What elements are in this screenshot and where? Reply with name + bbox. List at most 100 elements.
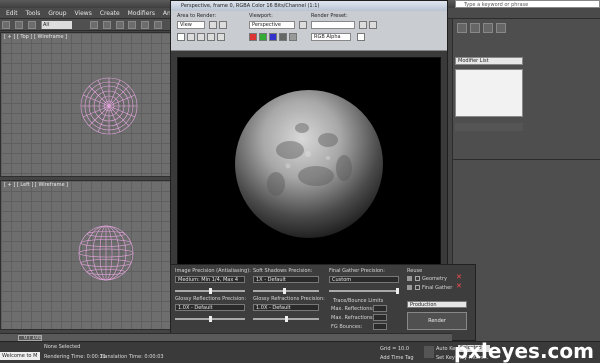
grid-readout: Grid = 10.0: [380, 346, 409, 352]
link-icon[interactable]: [27, 21, 36, 29]
glossy-reflections-field[interactable]: 1.0X - Default: [175, 304, 245, 311]
clear-fg-cache-icon[interactable]: ✕: [456, 283, 462, 290]
image-precision-label: Image Precision (Antialiasing):: [175, 268, 251, 274]
modifier-list-dropdown[interactable]: Modifier List: [455, 57, 523, 65]
render-preset-dropdown[interactable]: [311, 21, 355, 29]
rotate-icon[interactable]: [141, 21, 150, 29]
set-key-button[interactable]: Set Key: [436, 355, 455, 361]
menu-create[interactable]: Create: [100, 8, 120, 19]
lock-icon-2[interactable]: [407, 285, 412, 290]
soft-shadows-field[interactable]: 1X - Default: [253, 276, 319, 283]
copy-image-icon[interactable]: [187, 33, 195, 41]
reuse-label: Reuse: [407, 268, 423, 274]
clear-icon[interactable]: [217, 33, 225, 41]
render-window-toolbar: Area to Render: View Viewport: Perspecti…: [171, 11, 447, 51]
render-setup-panel: Image Precision (Antialiasing): Medium: …: [170, 264, 476, 341]
lock-icon[interactable]: [407, 276, 412, 281]
modify-tab-icon[interactable]: [470, 23, 480, 33]
rect-select-icon[interactable]: [115, 21, 124, 29]
render-button[interactable]: Render: [407, 312, 467, 330]
print-image-icon[interactable]: [207, 33, 215, 41]
max-reflections-spinner[interactable]: [373, 305, 387, 312]
clone-window-icon[interactable]: [197, 33, 205, 41]
time-slider[interactable]: 0 / 100: [0, 333, 452, 341]
render-window-title: Perspective, frame 0, RGBA Color 16 Bits…: [171, 1, 447, 11]
viewport-top[interactable]: [ + ] [ Top ] [ Wireframe ]: [0, 32, 175, 177]
redo-icon[interactable]: [14, 21, 23, 29]
green-channel-icon[interactable]: [259, 33, 267, 41]
menu-views[interactable]: Views: [74, 8, 91, 19]
channel-display-dropdown[interactable]: RGB Alpha: [311, 33, 351, 41]
select-by-name-icon[interactable]: [102, 21, 111, 29]
area-to-render-dropdown[interactable]: View: [177, 21, 205, 29]
hierarchy-tab-icon[interactable]: [483, 23, 493, 33]
trace-bounce-label: Trace/Bounce Limits: [333, 298, 384, 304]
selection-status: None Selected: [44, 344, 81, 350]
save-image-icon[interactable]: [177, 33, 185, 41]
select-object-icon[interactable]: [89, 21, 98, 29]
glossy-refractions-label: Glossy Refractions Precision:: [253, 296, 325, 302]
menu-modifiers[interactable]: Modifiers: [128, 8, 155, 19]
geometry-checkbox[interactable]: [415, 276, 420, 281]
menu-group[interactable]: Group: [48, 8, 66, 19]
soft-shadows-slider[interactable]: [253, 288, 319, 294]
menu-tools[interactable]: Tools: [26, 8, 41, 19]
panel-divider: [453, 159, 600, 160]
translation-time: Translation Time: 0:00:03: [100, 354, 164, 360]
edit-region-icon[interactable]: [209, 21, 217, 29]
image-precision-slider[interactable]: [175, 288, 245, 294]
maxscript-listener[interactable]: Welcome to M: [0, 352, 40, 360]
final-gather-check-label: Final Gather: [422, 285, 453, 291]
render-mode-dropdown[interactable]: Production: [407, 301, 467, 308]
clear-geometry-cache-icon[interactable]: ✕: [456, 274, 462, 281]
key-icon[interactable]: [424, 346, 434, 358]
image-precision-knob[interactable]: [209, 288, 212, 294]
area-to-render-label: Area to Render:: [177, 13, 217, 19]
blue-channel-icon[interactable]: [269, 33, 277, 41]
lock-viewport-icon[interactable]: [299, 21, 307, 29]
glossy-reflections-knob[interactable]: [209, 316, 212, 322]
final-gather-checkbox[interactable]: [415, 285, 420, 290]
undo-icon[interactable]: [2, 21, 10, 29]
color-swatch[interactable]: [357, 33, 365, 41]
final-gather-field[interactable]: Custom: [329, 276, 399, 283]
glossy-refractions-knob[interactable]: [285, 316, 288, 322]
search-input[interactable]: Type a keyword or phrase: [455, 0, 600, 8]
sphere-wireframe-top: [80, 77, 138, 135]
image-precision-field[interactable]: Medium: Min 1/4, Max 4: [175, 276, 245, 283]
final-gather-slider[interactable]: [329, 288, 399, 294]
fg-bounces-spinner[interactable]: [373, 323, 387, 330]
alpha-channel-icon[interactable]: [279, 33, 287, 41]
render-frame-window: Perspective, frame 0, RGBA Color 16 Bits…: [170, 0, 448, 268]
final-gather-knob[interactable]: [396, 288, 399, 294]
main-toolbar: All: [0, 19, 175, 31]
create-tab-icon[interactable]: [457, 23, 467, 33]
glossy-reflections-slider[interactable]: [175, 316, 245, 322]
monochrome-icon[interactable]: [289, 33, 297, 41]
environment-icon[interactable]: [369, 21, 377, 29]
add-time-tag[interactable]: Add Time Tag: [380, 355, 414, 361]
rendered-moon: [235, 90, 383, 238]
max-refractions-label: Max. Refractions:: [331, 315, 375, 321]
final-gather-label: Final Gather Precision:: [329, 268, 385, 274]
red-channel-icon[interactable]: [249, 33, 257, 41]
motion-tab-icon[interactable]: [496, 23, 506, 33]
auto-region-icon[interactable]: [219, 21, 227, 29]
geometry-label: Geometry: [422, 276, 447, 282]
soft-shadows-knob[interactable]: [283, 288, 286, 294]
max-refractions-spinner[interactable]: [373, 314, 387, 321]
scale-icon[interactable]: [154, 21, 163, 29]
viewport-label: Viewport:: [249, 13, 273, 19]
viewport-dropdown[interactable]: Perspective: [249, 21, 295, 29]
glossy-refractions-field[interactable]: 1.0X - Default: [253, 304, 319, 311]
move-icon[interactable]: [128, 21, 137, 29]
render-setup-icon[interactable]: [359, 21, 367, 29]
watermark: pxleyes.com: [453, 339, 594, 363]
viewport-left[interactable]: [ + ] [ Left ] [ Wireframe ]: [0, 180, 175, 330]
selection-filter-dropdown[interactable]: All: [42, 21, 72, 29]
sphere-wireframe-left: [78, 225, 134, 281]
glossy-refractions-slider[interactable]: [253, 316, 319, 322]
menu-edit[interactable]: Edit: [6, 8, 18, 19]
max-reflections-label: Max. Reflections:: [331, 306, 374, 312]
modifier-stack[interactable]: [455, 69, 523, 117]
